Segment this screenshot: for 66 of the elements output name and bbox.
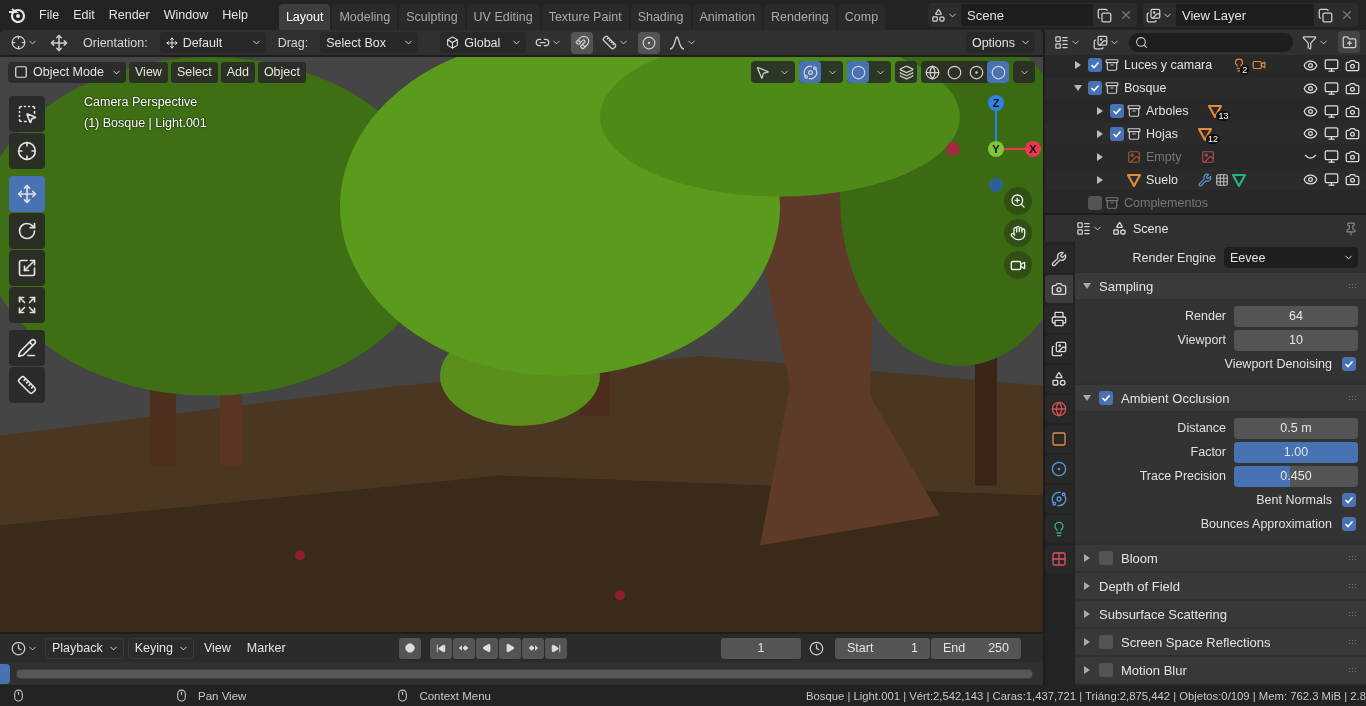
field-label: Factor <box>1189 445 1226 459</box>
orientation-dropdown[interactable]: Default <box>159 32 266 53</box>
field-label: Distance <box>1176 421 1226 435</box>
viewport-menu[interactable]: View <box>129 61 168 83</box>
checkbox-label: Viewport Denoising <box>1224 357 1332 371</box>
workspace-tab[interactable]: Layout <box>278 4 331 30</box>
workspace-tab[interactable]: UV Editing <box>466 4 540 30</box>
timeline-menu[interactable]: View <box>197 637 237 659</box>
outliner-item[interactable]: Luces y camara <box>1124 58 1213 73</box>
timeline-menu[interactable]: Marker <box>240 637 292 659</box>
mode-dropdown[interactable]: Object Mode <box>8 61 126 83</box>
checkbox-label: Bent Normals <box>1256 493 1332 507</box>
options-dropdown[interactable]: Options <box>965 32 1035 53</box>
hint-text: Context Menu <box>419 689 491 702</box>
scene-statistics: Bosque | Light.001 | Vért:2,542,143 | Caras:1,437,721 | Triáng:2,875,442 | Objetos:0/109 | Mem: 762.3 MiB | 2.8 <box>806 689 1366 702</box>
panel-header[interactable]: Sampling <box>1075 273 1366 299</box>
timeline-menu[interactable]: Playback <box>45 637 124 659</box>
outliner-item[interactable]: Arboles <box>1146 104 1189 118</box>
workspace-tab[interactable]: Rendering <box>764 4 836 30</box>
workspace-tab[interactable]: Modeling <box>332 4 398 30</box>
field-label: Render Engine <box>1132 250 1216 265</box>
render-engine-dropdown[interactable]: Eevee <box>1224 247 1358 269</box>
workspace-tab[interactable]: Sculpting <box>399 4 465 30</box>
count-badge: 13 <box>1216 111 1231 121</box>
panel-header[interactable]: Ambient Occlusion <box>1075 385 1366 411</box>
panel-header[interactable]: Bloom <box>1075 545 1366 571</box>
active-object-text: (1) Bosque | Light.001 <box>84 116 207 130</box>
panel-header[interactable]: Depth of Field <box>1075 573 1366 599</box>
number-field[interactable]: 64 <box>1234 305 1358 327</box>
panel-header[interactable]: Screen Space Reflections <box>1075 629 1366 655</box>
menu-item[interactable]: File <box>32 3 67 27</box>
field-label: Render <box>1184 309 1226 323</box>
panel-header[interactable]: Motion Blur <box>1075 657 1366 683</box>
hint-text: Pan View <box>198 689 247 702</box>
panel-header[interactable]: Subsurface Scattering <box>1075 601 1366 627</box>
timeline-menu[interactable]: Keying <box>127 637 194 659</box>
workspace-tab[interactable]: Comp <box>837 4 886 30</box>
workspace-tab[interactable]: Animation <box>692 4 763 30</box>
outliner-item[interactable]: Bosque <box>1124 81 1167 96</box>
number-field[interactable]: 0.5 m <box>1234 417 1358 439</box>
menu-item[interactable]: Render <box>101 3 157 27</box>
scene-name-field[interactable]: Scene <box>961 4 1093 26</box>
number-field[interactable]: 10 <box>1234 329 1358 351</box>
menu-item[interactable]: Edit <box>66 3 102 27</box>
start-frame-field[interactable]: Start 1 <box>835 637 930 659</box>
view-layer-field[interactable]: View Layer <box>1176 4 1314 26</box>
menu-item[interactable]: Window <box>156 3 216 27</box>
workspace-tab[interactable]: Shading <box>630 4 691 30</box>
slider-field[interactable]: 1.00 <box>1234 441 1358 463</box>
current-frame-field[interactable]: 1 <box>721 637 801 659</box>
workspace-tab[interactable]: Texture Paint <box>541 4 629 30</box>
outliner-item[interactable]: Suelo <box>1146 172 1178 187</box>
menu-item[interactable]: Help <box>215 3 255 27</box>
count-badge: 12 <box>1205 133 1220 144</box>
orientation-label: Orientation: <box>83 35 148 50</box>
field-label: Viewport <box>1176 333 1226 347</box>
count-badge: 2 <box>1240 65 1250 76</box>
end-frame-field[interactable]: End 250 <box>931 637 1021 659</box>
view-name-text: Camera Perspective <box>84 95 199 109</box>
outliner-item[interactable]: Hojas <box>1146 126 1178 141</box>
context-title: Scene <box>1133 221 1169 236</box>
transform-orientation-dropdown[interactable]: Global <box>440 32 527 53</box>
drag-label: Drag: <box>277 35 309 50</box>
field-label: Trace Precision <box>1138 469 1226 483</box>
drag-dropdown[interactable]: Select Box <box>320 32 419 53</box>
checkbox-label: Bounces Approximation <box>1200 517 1332 531</box>
